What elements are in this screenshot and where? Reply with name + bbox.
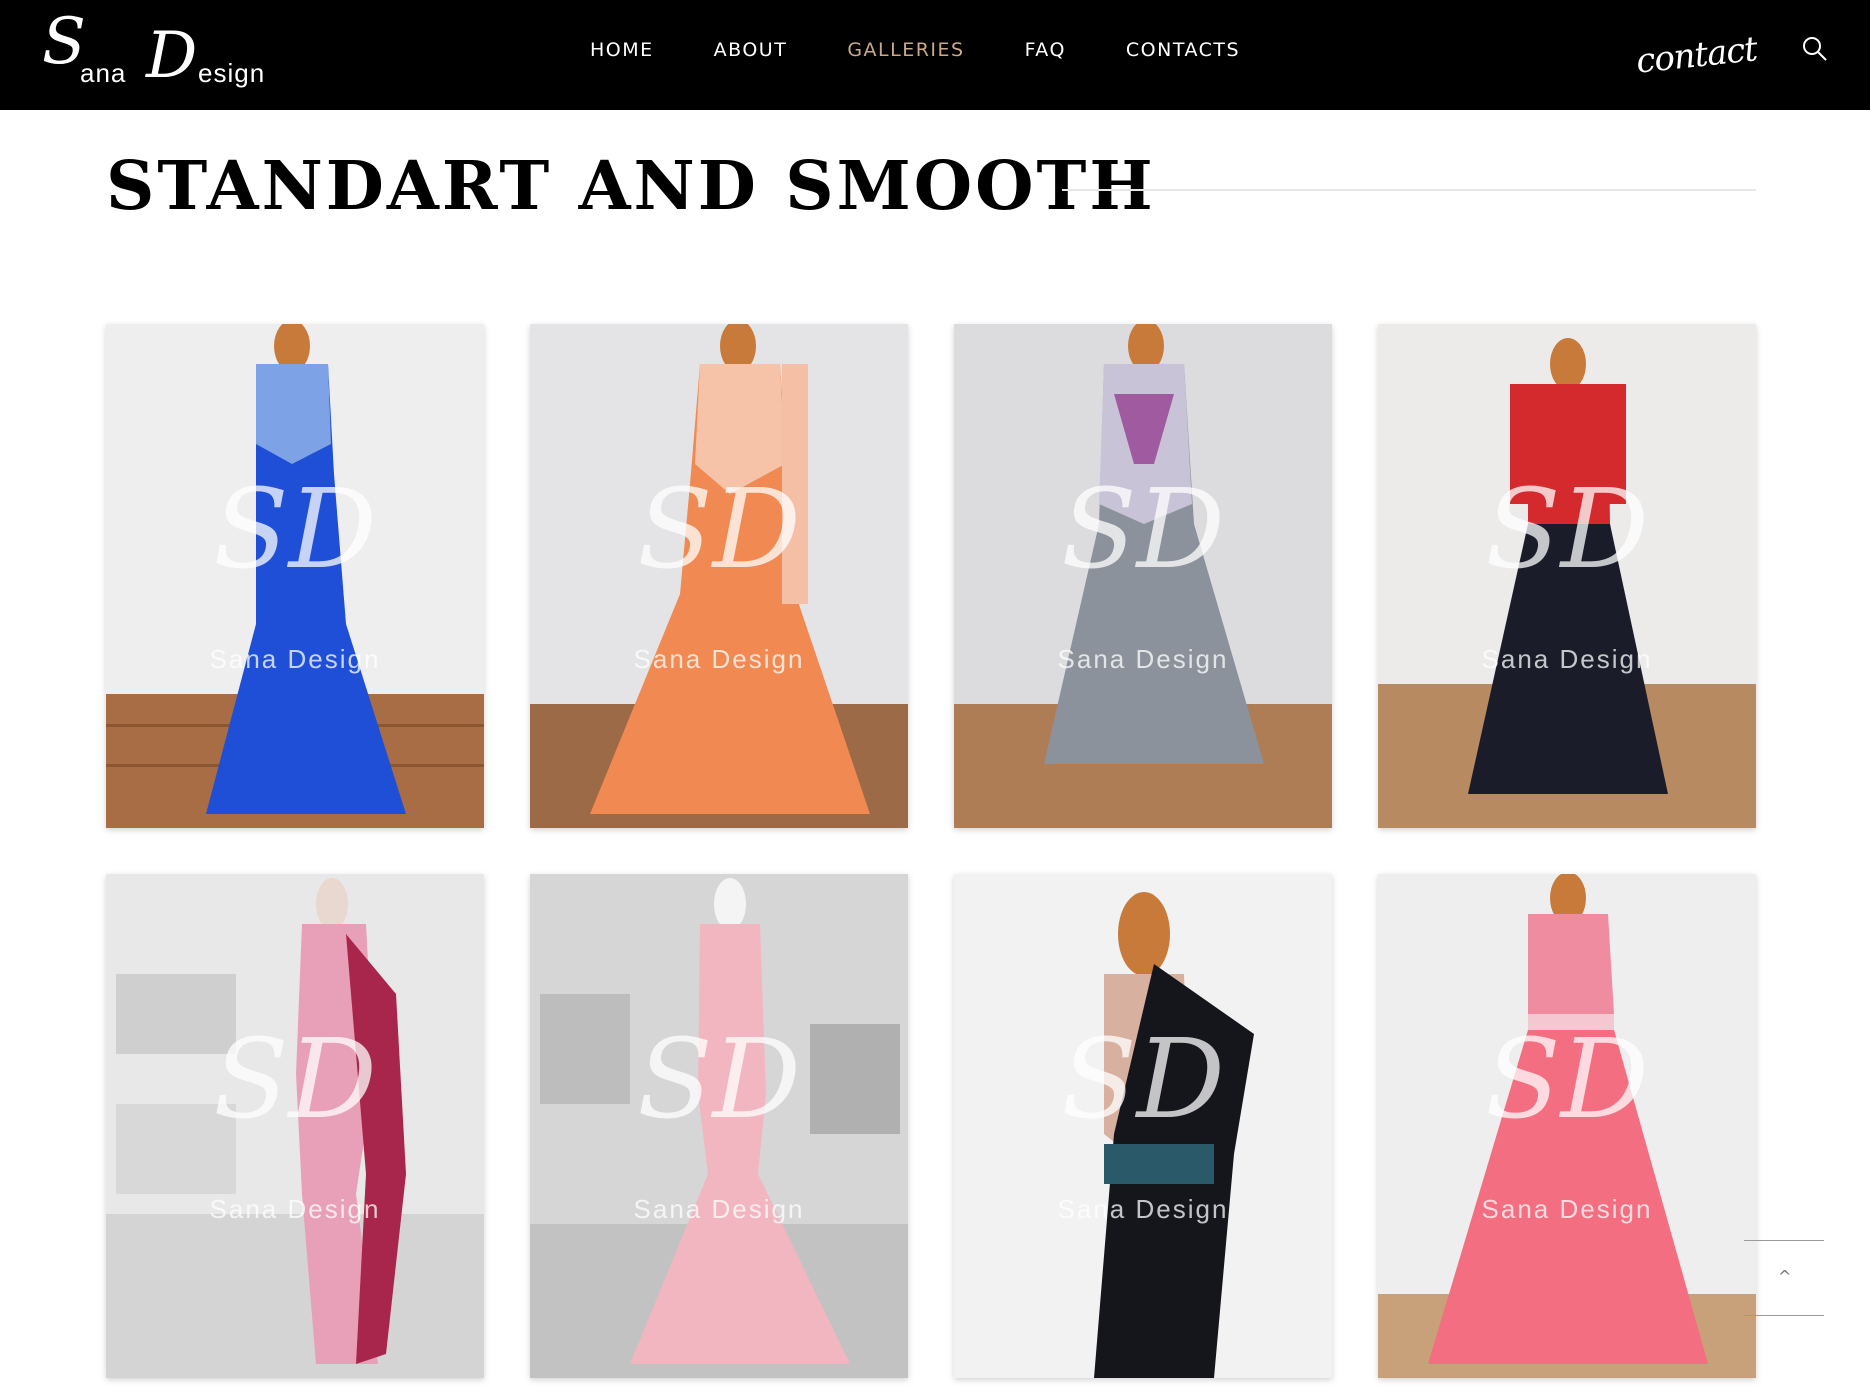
main-nav: HOME ABOUT GALLERIES FAQ CONTACTS xyxy=(590,0,1300,100)
dress-photo xyxy=(530,324,908,828)
chevron-up-icon: ^ xyxy=(1778,1267,1792,1286)
gallery-grid: SD Sana Design SD Sana Design SD Sana De… xyxy=(106,324,1756,1398)
site-logo[interactable]: S ana D esign xyxy=(42,6,302,96)
dress-photo xyxy=(1378,874,1756,1378)
gallery-item[interactable]: SD Sana Design xyxy=(106,874,484,1378)
logo-word-esign: esign xyxy=(198,58,266,88)
logo-letter-d: D xyxy=(146,19,198,93)
dress-photo xyxy=(954,874,1332,1378)
dress-photo xyxy=(106,874,484,1378)
nav-contacts[interactable]: CONTACTS xyxy=(1126,39,1240,61)
gallery-item[interactable]: SD Sana Design xyxy=(1378,324,1756,828)
gallery-item[interactable]: SD Sana Design xyxy=(954,324,1332,828)
nav-galleries[interactable]: GALLERIES xyxy=(847,39,964,61)
search-button[interactable] xyxy=(1802,36,1828,62)
search-icon xyxy=(1803,37,1827,61)
dress-photo xyxy=(1378,324,1756,828)
dress-photo xyxy=(954,324,1332,828)
contact-us-link[interactable]: contact us xyxy=(1633,13,1770,151)
gallery-item[interactable]: SD Sana Design xyxy=(954,874,1332,1378)
dress-photo xyxy=(530,874,908,1378)
dress-photo xyxy=(106,324,484,828)
title-divider xyxy=(1062,189,1756,191)
back-to-top-button[interactable]: ^ xyxy=(1744,1240,1824,1316)
page-title: STANDART AND SMOOTH xyxy=(106,146,1156,225)
gallery-item[interactable]: SD Sana Design xyxy=(106,324,484,828)
nav-home[interactable]: HOME xyxy=(590,39,654,61)
nav-faq[interactable]: FAQ xyxy=(1025,39,1066,61)
logo-word-ana: ana xyxy=(80,58,127,88)
gallery-item[interactable]: SD Sana Design xyxy=(1378,874,1756,1378)
gallery-item[interactable]: SD Sana Design xyxy=(530,874,908,1378)
gallery-item[interactable]: SD Sana Design xyxy=(530,324,908,828)
nav-about[interactable]: ABOUT xyxy=(714,39,788,61)
site-header: S ana D esign HOME ABOUT GALLERIES FAQ C… xyxy=(0,0,1870,151)
